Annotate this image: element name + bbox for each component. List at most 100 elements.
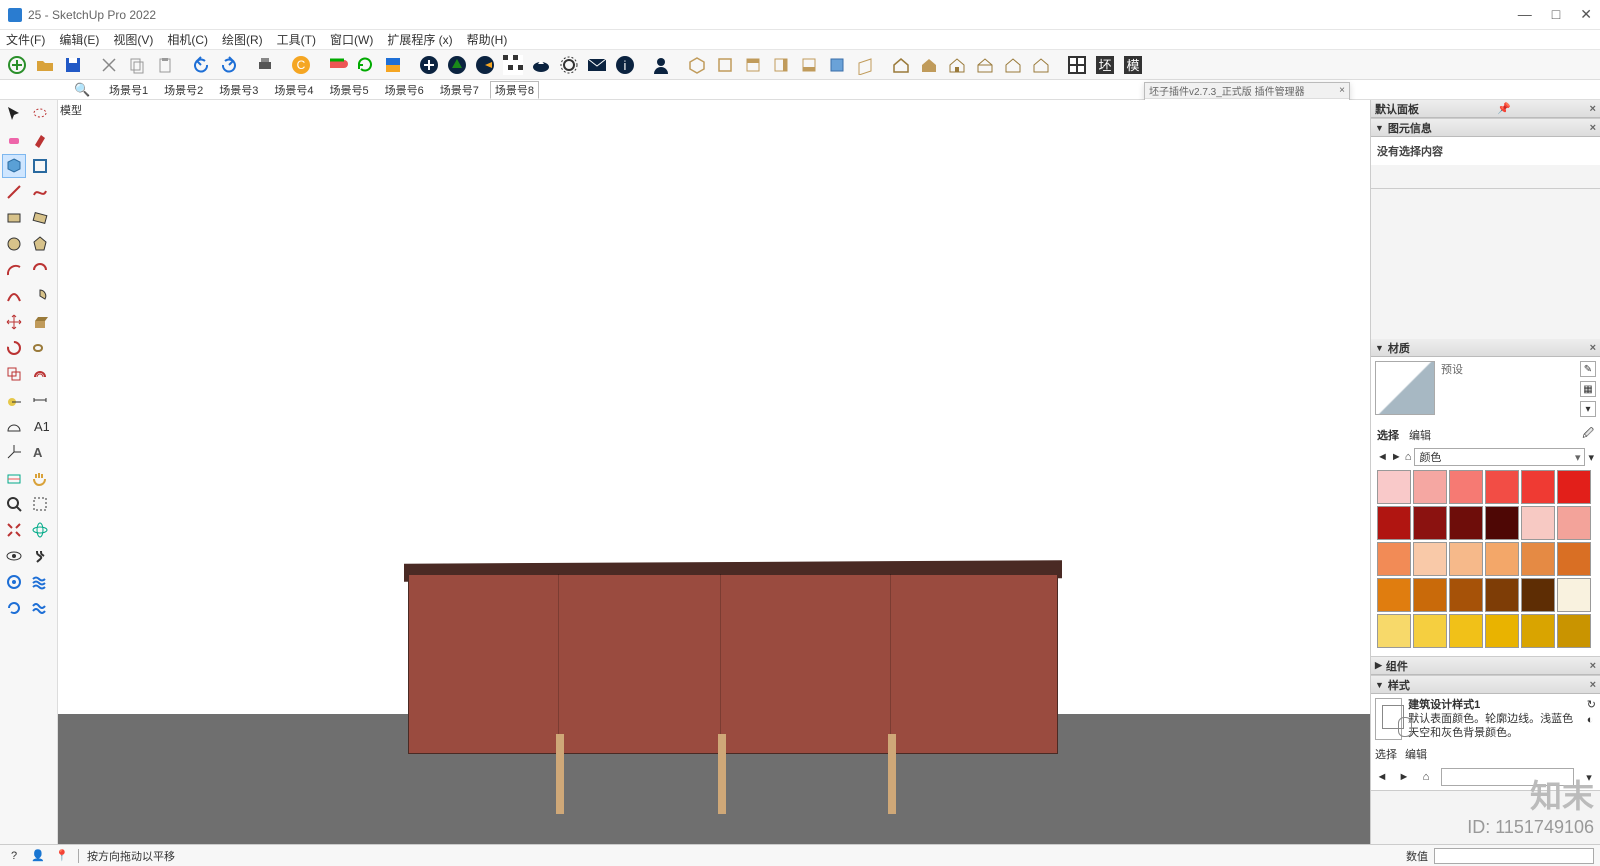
material-swatch[interactable] — [1485, 542, 1519, 576]
material-swatch[interactable] — [1377, 578, 1411, 612]
menu-window[interactable]: 窗口(W) — [330, 31, 373, 48]
menu-bar[interactable]: 文件(F) 编辑(E) 视图(V) 相机(C) 绘图(R) 工具(T) 窗口(W… — [0, 30, 1600, 50]
rectangle-tool-icon[interactable] — [2, 206, 26, 230]
zoomwindow-tool-icon[interactable] — [28, 492, 52, 516]
protractor-tool-icon[interactable] — [2, 414, 26, 438]
layout2-icon[interactable]: 坯 — [1092, 52, 1118, 78]
waves-icon[interactable] — [28, 570, 52, 594]
freehand-tool-icon[interactable] — [28, 180, 52, 204]
view-right-icon[interactable] — [852, 52, 878, 78]
undo-icon[interactable] — [188, 52, 214, 78]
material-swatch[interactable] — [1413, 614, 1447, 648]
model-viewport[interactable]: 模型 — [58, 100, 1370, 844]
arc3-tool-icon[interactable] — [2, 284, 26, 308]
scene-tab-3[interactable]: 场景号3 — [214, 81, 263, 99]
axes-tool-icon[interactable] — [2, 440, 26, 464]
checker-icon[interactable] — [500, 52, 526, 78]
copy-icon[interactable] — [124, 52, 150, 78]
house4-icon[interactable] — [972, 52, 998, 78]
select-tool-icon[interactable] — [2, 102, 26, 126]
search-icon[interactable]: 🔍 — [74, 82, 90, 98]
house6-icon[interactable] — [1028, 52, 1054, 78]
materials-tab-edit[interactable]: 编辑 — [1409, 427, 1431, 443]
styles-tab-edit[interactable]: 编辑 — [1405, 746, 1427, 762]
user-icon[interactable] — [648, 52, 674, 78]
print-icon[interactable] — [252, 52, 278, 78]
info-icon[interactable]: i — [612, 52, 638, 78]
look-tool-icon[interactable] — [2, 544, 26, 568]
material-swatch[interactable] — [1557, 614, 1591, 648]
material-swatch[interactable] — [1377, 614, 1411, 648]
model-cabinet[interactable] — [408, 574, 1058, 754]
save-file-icon[interactable] — [60, 52, 86, 78]
material-swatch[interactable] — [1377, 470, 1411, 504]
panel-pin-icon[interactable]: 📌 — [1497, 102, 1511, 115]
eyedropper-icon[interactable]: 🖉 — [1582, 425, 1594, 444]
material-swatch[interactable] — [1449, 578, 1483, 612]
scene-tab-2[interactable]: 场景号2 — [159, 81, 208, 99]
zoomextents-tool-icon[interactable] — [2, 518, 26, 542]
material-swatch[interactable] — [1521, 470, 1555, 504]
menu-help[interactable]: 帮助(H) — [467, 31, 508, 48]
panel-close-icon[interactable]: × — [1590, 103, 1596, 115]
material-swatch[interactable] — [1377, 542, 1411, 576]
gear-icon[interactable] — [556, 52, 582, 78]
position-camera-icon[interactable] — [2, 570, 26, 594]
menu-edit[interactable]: 编辑(E) — [59, 31, 99, 48]
material-swatch[interactable] — [1377, 506, 1411, 540]
material-swatch[interactable] — [1557, 542, 1591, 576]
orbit-tool-icon[interactable] — [28, 518, 52, 542]
materials-fwd-button[interactable]: ► — [1391, 451, 1402, 463]
styles-close-icon[interactable]: × — [1590, 679, 1596, 691]
zoom-tool-icon[interactable] — [2, 492, 26, 516]
export-icon[interactable] — [380, 52, 406, 78]
menu-file[interactable]: 文件(F) — [6, 31, 45, 48]
add-circle-icon[interactable] — [416, 52, 442, 78]
components-close-icon[interactable]: × — [1590, 660, 1596, 672]
material-swatch[interactable] — [1485, 614, 1519, 648]
materials-home-button[interactable]: ⌂ — [1405, 451, 1412, 463]
status-user-icon[interactable]: 👤 — [30, 848, 46, 864]
offset-tool-icon[interactable] — [28, 362, 52, 386]
palette-icon[interactable] — [472, 52, 498, 78]
material-swatch[interactable] — [1557, 470, 1591, 504]
paste-icon[interactable] — [152, 52, 178, 78]
view-front-icon[interactable] — [740, 52, 766, 78]
plugin-c-icon[interactable]: C — [288, 52, 314, 78]
arc-tool-icon[interactable] — [2, 258, 26, 282]
plugin-palette-close-icon[interactable]: × — [1339, 85, 1345, 96]
followme-tool-icon[interactable] — [28, 336, 52, 360]
paint-tool-icon[interactable] — [28, 128, 52, 152]
reload-icon[interactable] — [2, 596, 26, 620]
materials-close-icon[interactable]: × — [1590, 342, 1596, 354]
material-create-button[interactable]: ✎ — [1580, 361, 1596, 377]
open-file-icon[interactable] — [32, 52, 58, 78]
menu-extensions[interactable]: 扩展程序 (x) — [387, 31, 452, 48]
material-swatch[interactable] — [1521, 542, 1555, 576]
menu-view[interactable]: 视图(V) — [113, 31, 153, 48]
material-swatch[interactable] — [1449, 470, 1483, 504]
style-update-button[interactable]: ↻ — [1587, 698, 1596, 711]
materials-back-button[interactable]: ◄ — [1377, 451, 1388, 463]
materials-category-select[interactable]: 颜色▾ — [1414, 448, 1585, 466]
scene-tab-6[interactable]: 场景号6 — [380, 81, 429, 99]
material-swatch[interactable] — [1485, 506, 1519, 540]
style-new-button[interactable]: ◐ — [1587, 714, 1596, 726]
waves2-icon[interactable] — [28, 596, 52, 620]
component-tool-icon[interactable] — [2, 154, 26, 178]
styles-back-button[interactable]: ◄ — [1375, 770, 1389, 784]
house3-icon[interactable] — [944, 52, 970, 78]
window-close-button[interactable]: ✕ — [1580, 6, 1592, 23]
status-geo-icon[interactable]: 📍 — [54, 848, 70, 864]
new-file-icon[interactable] — [4, 52, 30, 78]
materials-tab-select[interactable]: 选择 — [1377, 427, 1399, 443]
material-swatch[interactable] — [1449, 542, 1483, 576]
tape-tool-icon[interactable] — [2, 388, 26, 412]
scene-tab-7[interactable]: 场景号7 — [435, 81, 484, 99]
material-swatch[interactable] — [1557, 578, 1591, 612]
view-back-icon[interactable] — [796, 52, 822, 78]
style-thumbnail[interactable] — [1375, 698, 1402, 740]
material-swatch[interactable] — [1449, 614, 1483, 648]
scale-tool-icon[interactable] — [2, 362, 26, 386]
layout3-icon[interactable]: 模 — [1120, 52, 1146, 78]
